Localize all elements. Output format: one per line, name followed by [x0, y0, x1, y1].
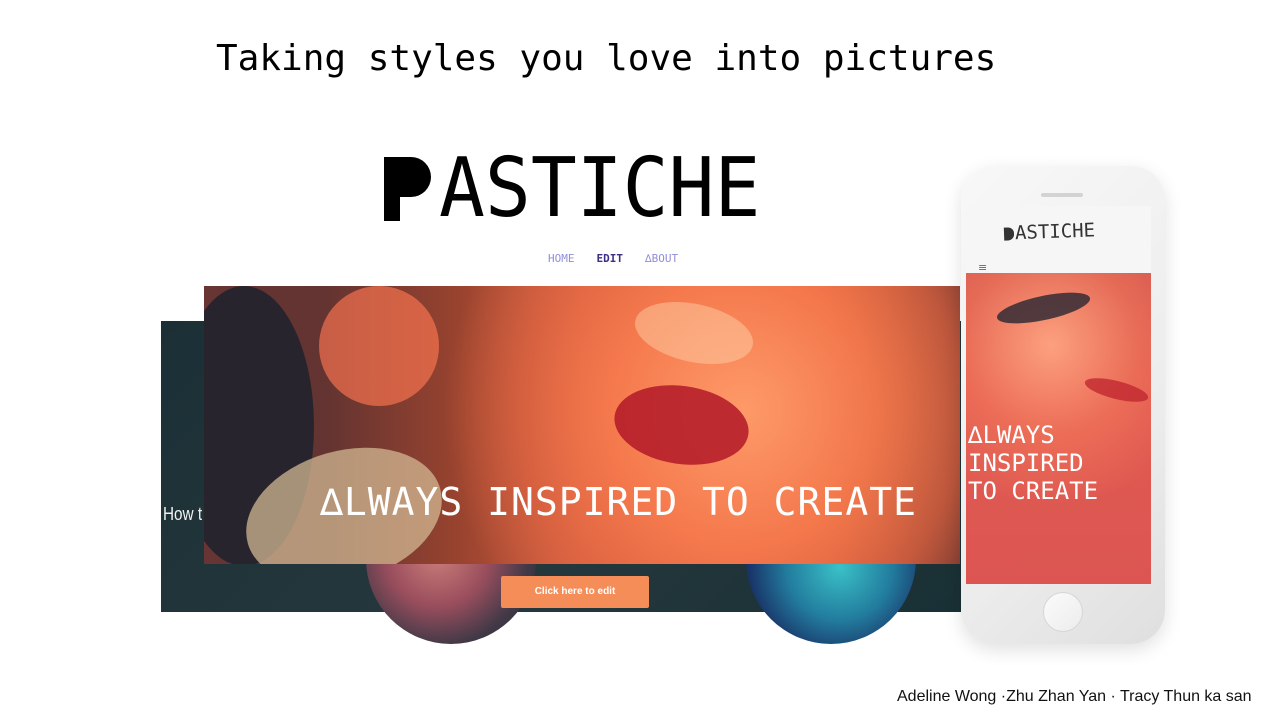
mobile-logo-wordmark: ASTICHE: [1014, 219, 1096, 245]
nav-home-link[interactable]: HOME: [548, 252, 575, 265]
hero-tagline: ∆LWAYS INSPIRED TO CREATE: [320, 480, 917, 524]
mobile-logo-p-mark: [1003, 227, 1015, 241]
logo-p-stem: [384, 157, 400, 221]
hero-lips-shape: [609, 376, 754, 474]
desktop-logo: ASTICHE: [384, 146, 864, 232]
logo-p-mark: [384, 157, 431, 221]
presentation-slide: Taking styles you love into pictures AST…: [0, 0, 1280, 720]
mobile-phone-mockup: ASTICHE ≡ ∆LWAYS INSPIRED TO CREATE: [961, 166, 1165, 644]
slide-headline: Taking styles you love into pictures: [216, 38, 997, 79]
desktop-navigation: HOME EDIT ∆BOUT: [548, 252, 678, 265]
edit-call-to-action-button[interactable]: Click here to edit: [501, 576, 649, 608]
desktop-hero-image: ∆LWAYS INSPIRED TO CREATE: [204, 286, 960, 564]
mobile-hero-tagline: ∆LWAYS INSPIRED TO CREATE: [968, 421, 1099, 505]
mobile-logo: ASTICHE: [1003, 219, 1096, 245]
hero-nose-highlight: [629, 292, 759, 374]
hero-warm-cheek: [319, 286, 439, 406]
phone-speaker: [1041, 193, 1083, 197]
slide-credits: Adeline Wong ·Zhu Zhan Yan · Tracy Thun …: [897, 688, 1252, 705]
background-card-heading: How t: [163, 504, 203, 524]
mobile-screen: ASTICHE ≡ ∆LWAYS INSPIRED TO CREATE: [966, 206, 1151, 584]
nav-about-link[interactable]: ∆BOUT: [645, 252, 678, 265]
logo-wordmark: ASTICHE: [439, 141, 761, 236]
nav-edit-link-text: EDIT: [596, 252, 624, 265]
nav-edit-link[interactable]: EDIT: [597, 252, 624, 265]
phone-home-button: [1043, 592, 1083, 632]
mobile-hero-image: ∆LWAYS INSPIRED TO CREATE: [966, 273, 1151, 584]
